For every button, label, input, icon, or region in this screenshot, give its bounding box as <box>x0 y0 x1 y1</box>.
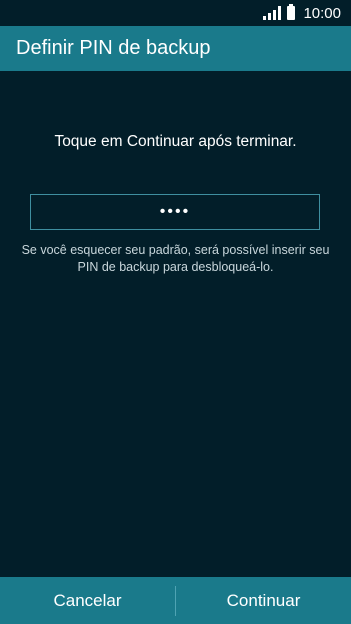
battery-icon <box>287 4 296 20</box>
hint-line-2: PIN de backup para desbloqueá-lo. <box>77 260 274 274</box>
signal-bars-icon <box>263 6 282 20</box>
status-bar: 10:00 <box>0 0 351 26</box>
title-bar: Definir PIN de backup <box>0 26 351 71</box>
continue-button[interactable]: Continuar <box>176 577 351 624</box>
hint-text: Se você esquecer seu padrão, será possív… <box>0 242 351 276</box>
pin-input[interactable]: •••• <box>30 194 320 230</box>
cancel-button[interactable]: Cancelar <box>0 577 175 624</box>
status-time: 10:00 <box>303 4 341 22</box>
pin-input-value: •••• <box>159 203 191 220</box>
instruction-text: Toque em Continuar após terminar. <box>54 133 297 150</box>
page-title: Definir PIN de backup <box>16 37 211 59</box>
bottom-action-bar: Cancelar Continuar <box>0 577 351 624</box>
hint-line-1: Se você esquecer seu padrão, será possív… <box>21 243 330 257</box>
